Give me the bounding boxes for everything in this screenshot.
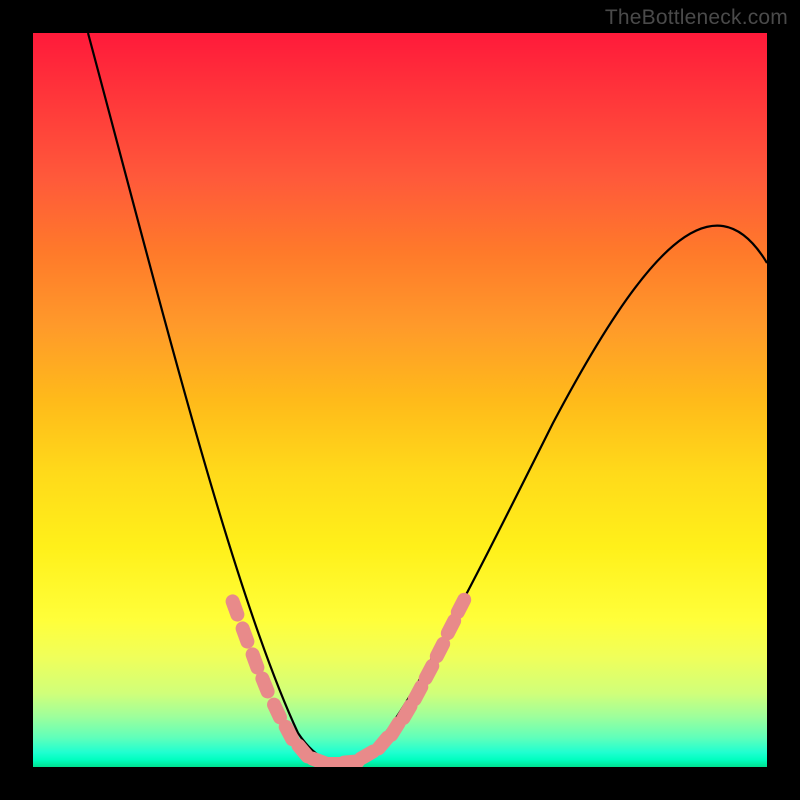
watermark-text: TheBottleneck.com (605, 6, 788, 30)
bottleneck-curve (88, 33, 767, 763)
data-marker (224, 592, 247, 623)
marker-group (224, 590, 474, 767)
data-marker (234, 619, 257, 650)
chart-svg (33, 33, 767, 767)
chart-frame: TheBottleneck.com (0, 0, 800, 800)
plot-area (33, 33, 767, 767)
